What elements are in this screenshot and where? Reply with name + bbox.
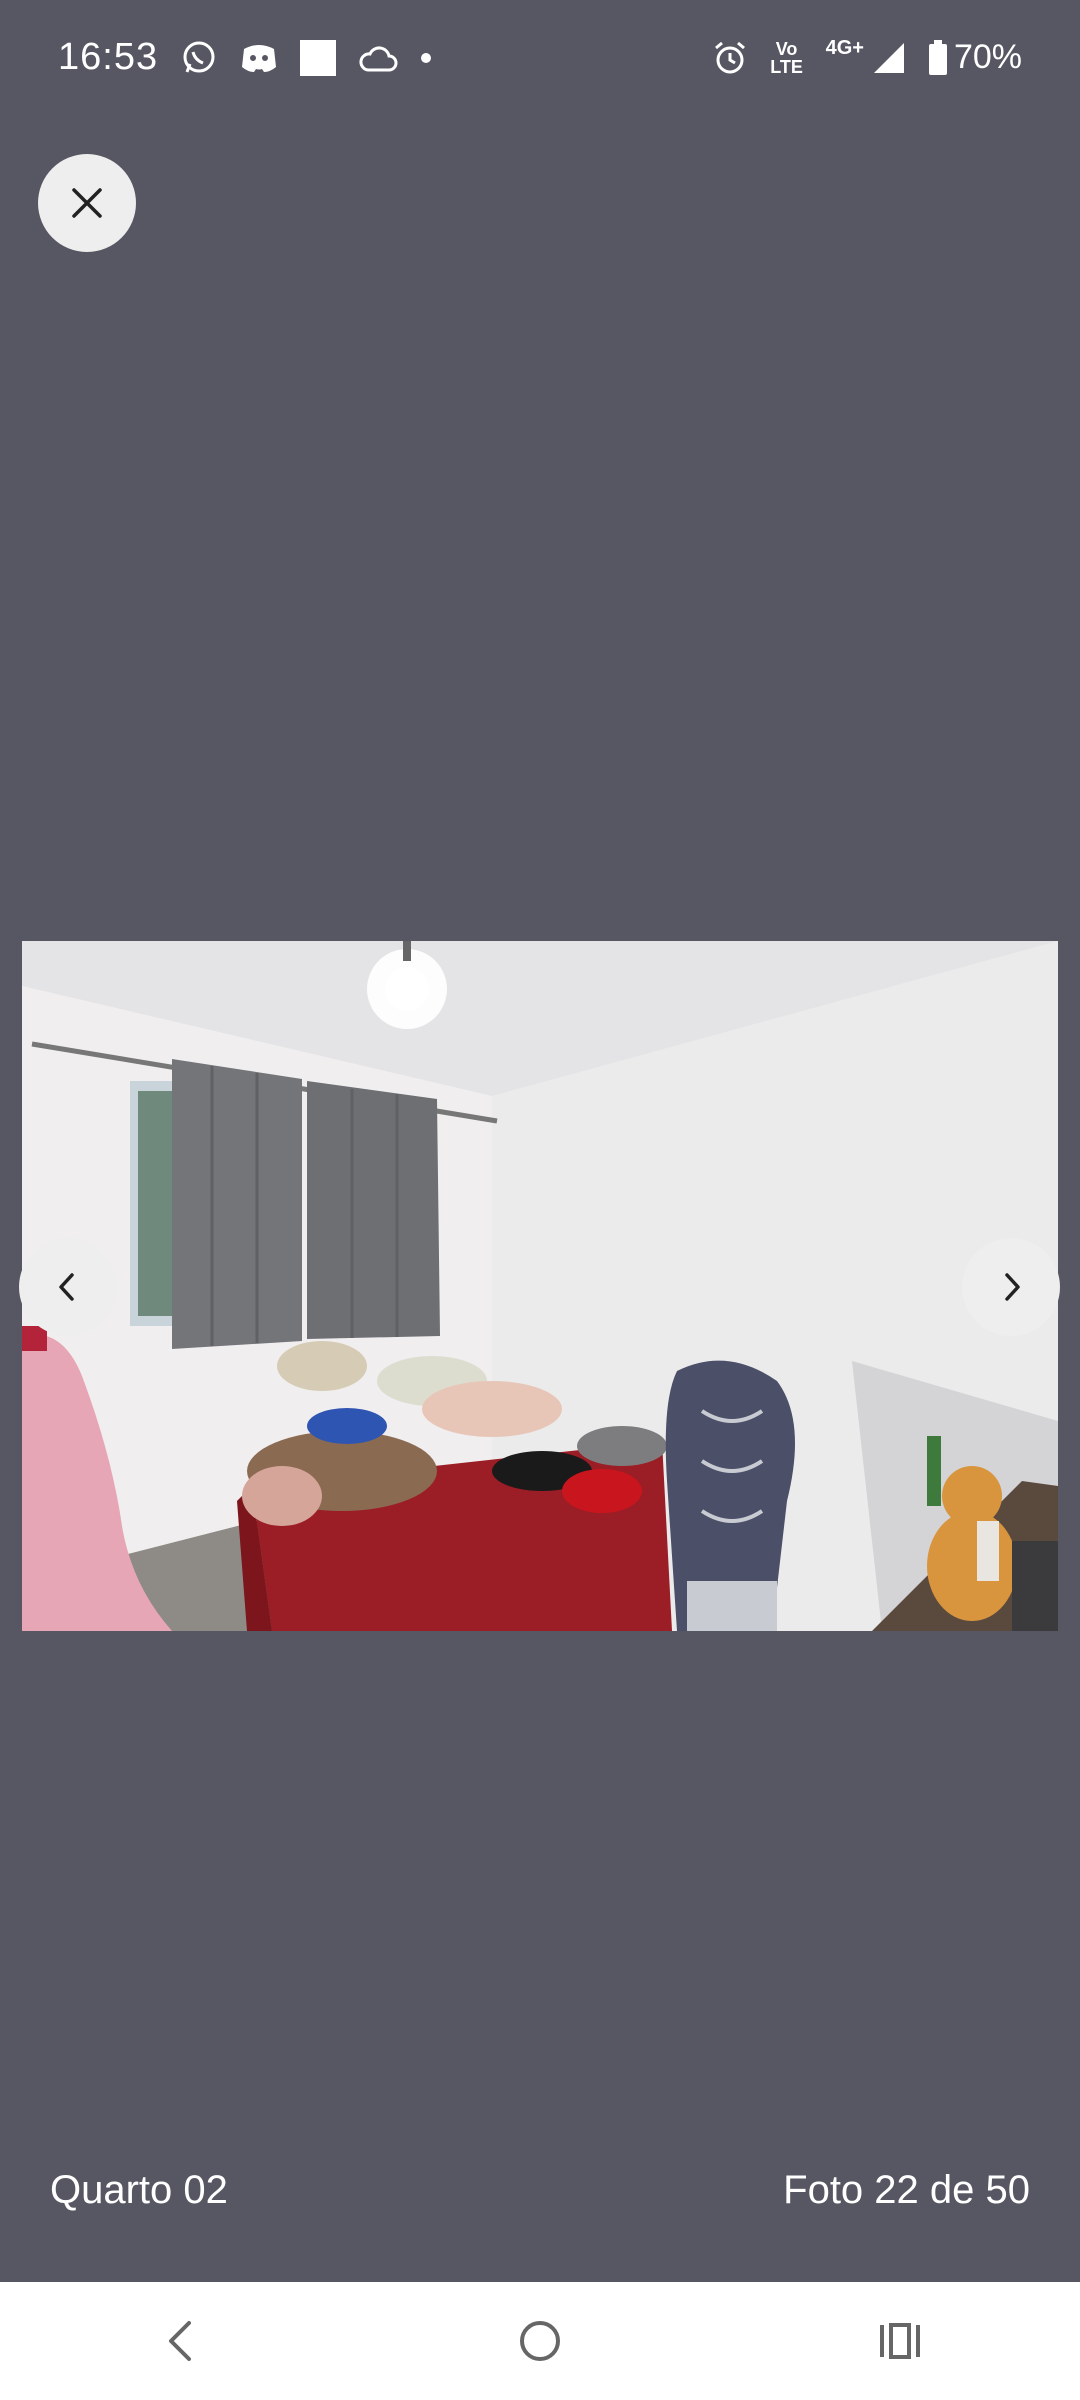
discord-icon [240,41,278,75]
signal-icon [872,41,906,75]
home-circle-icon [520,2321,560,2361]
chevron-left-icon [59,1273,74,1301]
alarm-icon [712,40,748,76]
battery-percent: 70% [953,38,1022,76]
chevron-right-icon [1005,1273,1020,1301]
battery-icon [928,39,948,76]
whatsapp-icon [180,39,218,77]
network-type: 4G+ [825,37,864,59]
photo-caption: Quarto 02 [50,2168,228,2212]
system-nav-bar [0,2282,1080,2400]
bedroom-photo-image [22,941,1058,1631]
status-bar: 16:53 Vo LTE 4G+ 70% [0,0,1080,115]
photo-counter: Foto 22 de 50 [783,2168,1030,2212]
next-photo-button[interactable] [962,1238,1060,1336]
dot-icon [420,52,432,64]
system-back-button[interactable] [120,2301,240,2381]
system-home-button[interactable] [480,2301,600,2381]
status-bar-left: 16:53 [58,36,432,79]
previous-photo-button[interactable] [19,1238,117,1336]
status-bar-right: Vo LTE 4G+ 70% [712,37,1022,77]
status-time: 16:53 [58,36,159,78]
gallery-photo[interactable] [22,941,1058,1631]
volte-indicator: Vo LTE [770,38,803,77]
recents-icon [880,2323,920,2359]
close-icon [72,188,102,218]
cloud-icon [358,43,398,73]
system-recents-button[interactable] [840,2301,960,2381]
square-notification-icon [300,39,337,76]
close-button[interactable] [38,154,136,252]
back-chevron-icon [169,2321,191,2361]
